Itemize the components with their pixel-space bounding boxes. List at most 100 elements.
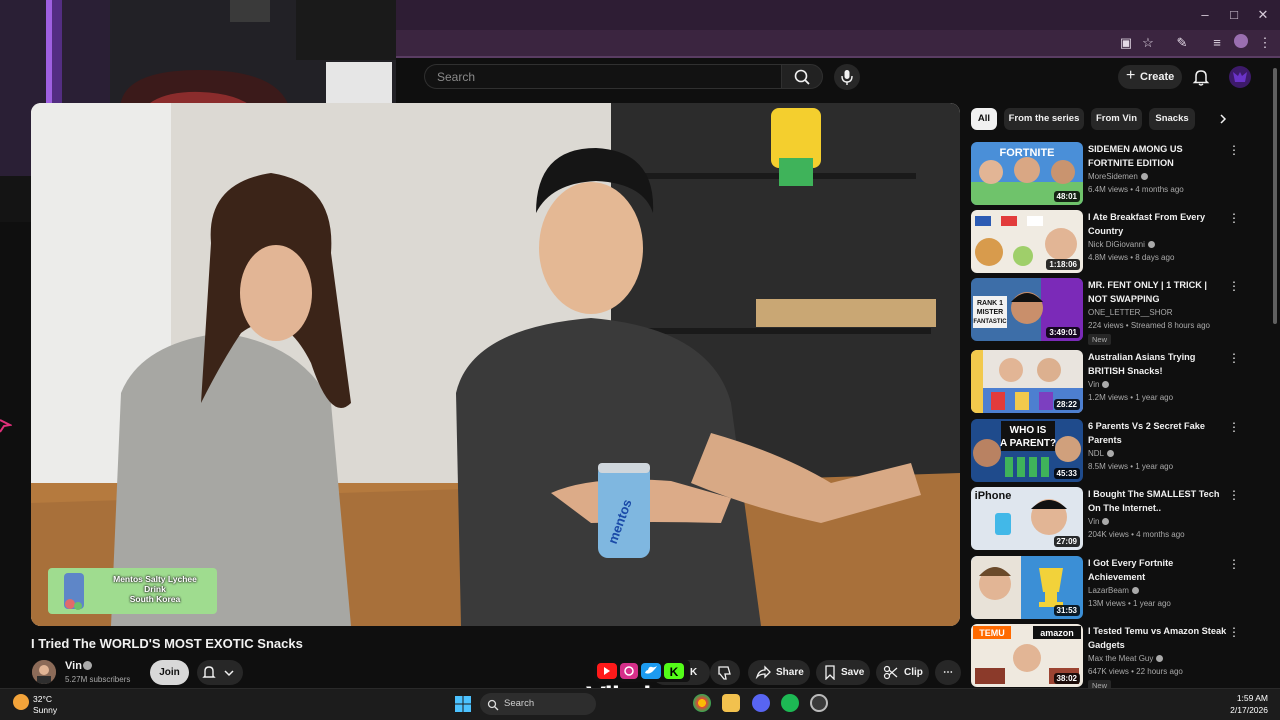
chips-next-chevron-icon[interactable] (1215, 110, 1231, 128)
video-thumbnail[interactable]: iPhone 27:09 (971, 487, 1083, 550)
voice-search-button[interactable] (834, 64, 860, 90)
recommendation-channel[interactable]: Max the Meat Guy (1088, 654, 1164, 663)
verified-badge-icon (1131, 587, 1139, 594)
share-label: Share (776, 667, 804, 678)
dislike-button[interactable] (710, 660, 740, 685)
minimize-icon[interactable]: – (1196, 6, 1214, 24)
save-label: Save (841, 667, 865, 678)
video-player[interactable]: mentos (31, 103, 960, 626)
chip-snacks[interactable]: Snacks (1149, 108, 1195, 130)
recommendation-meta: 204K views • 4 months ago (1088, 530, 1185, 539)
recommendation-item[interactable]: 31:53 I Got Every Fortnite Achievement L… (970, 556, 1250, 620)
verified-badge-icon (1102, 381, 1110, 388)
more-options-icon[interactable]: ⋮ (1228, 626, 1240, 640)
notifications-bell-icon[interactable] (1190, 66, 1212, 88)
recommendation-title[interactable]: I Got Every Fortnite Achievement (1088, 557, 1228, 584)
clip-button[interactable]: Clip (876, 660, 929, 685)
recommendation-title[interactable]: SIDEMEN AMONG US FORTNITE EDITION (1088, 143, 1228, 170)
verified-badge-icon (1102, 518, 1110, 525)
svg-text:WHO IS: WHO IS (1010, 425, 1047, 436)
weather-temperature[interactable]: 32°C (33, 694, 52, 704)
recommendation-item[interactable]: TEMU amazon 38:02 I Tested Temu vs Amazon… (970, 624, 1250, 691)
subscriber-count: 5.27M subscribers (65, 675, 131, 684)
more-options-icon[interactable]: ⋮ (1228, 489, 1240, 503)
more-options-icon[interactable]: ⋮ (1228, 421, 1240, 435)
reading-list-icon[interactable]: ≡ (1208, 34, 1226, 52)
recommendation-channel[interactable]: Vin (1088, 380, 1110, 389)
recommendation-item[interactable]: RANK 1 MISTER FANTASTIC 3:49:01 MR. FENT O… (970, 278, 1250, 345)
svg-text:iPhone: iPhone (975, 490, 1012, 502)
sun-weather-icon[interactable] (13, 694, 29, 710)
like-count: K (690, 667, 698, 678)
recommendation-title[interactable]: MR. FENT ONLY | 1 TRICK | NOT SWAPPING (1088, 279, 1228, 306)
more-options-icon[interactable]: ⋮ (1228, 144, 1240, 158)
recommendation-item[interactable]: WHO IS A PARENT? 45:33 6 Parents Vs 2 Sec… (970, 419, 1250, 483)
save-button[interactable]: Save (816, 660, 870, 685)
svg-text:RANK 1: RANK 1 (977, 300, 1003, 307)
recommendation-item[interactable]: 28:22 Australian Asians Trying BRITISH S… (970, 350, 1250, 414)
video-thumbnail[interactable]: FORTNITE 48:01 (971, 142, 1083, 205)
recommendation-channel[interactable]: NDL (1088, 449, 1115, 458)
discord-taskbar-icon[interactable] (752, 694, 770, 712)
spotify-taskbar-icon[interactable] (781, 694, 799, 712)
windows-start-icon[interactable] (455, 696, 471, 712)
close-icon[interactable]: ✕ (1254, 6, 1272, 24)
share-button[interactable]: Share (748, 660, 810, 685)
recommendation-channel[interactable]: Nick DiGiovanni (1088, 240, 1155, 249)
recommendation-title[interactable]: Australian Asians Trying BRITISH Snacks! (1088, 351, 1228, 378)
bookmark-star-icon[interactable]: ☆ (1139, 34, 1157, 52)
recommendation-title[interactable]: I Ate Breakfast From Every Country (1088, 211, 1228, 238)
cursor-arrow-icon (0, 416, 14, 434)
file-explorer-taskbar-icon[interactable] (722, 694, 740, 712)
clip-label: Clip (904, 667, 923, 678)
recommendation-item[interactable]: iPhone 27:09 I Bought The SMALLEST Tech … (970, 487, 1250, 551)
recommendation-title[interactable]: I Bought The SMALLEST Tech On The Intern… (1088, 488, 1228, 515)
more-options-icon[interactable]: ⋮ (1228, 352, 1240, 366)
search-input[interactable]: Search (424, 64, 782, 89)
video-thumbnail[interactable]: 1:18:06 (971, 210, 1083, 273)
recommendation-title[interactable]: I Tested Temu vs Amazon Steak Gadgets (1088, 625, 1228, 652)
more-options-icon[interactable]: ⋮ (1228, 558, 1240, 572)
scrollbar-thumb[interactable] (1273, 68, 1277, 324)
channel-name[interactable]: Vin (65, 660, 82, 672)
video-duration: 1:18:06 (1046, 259, 1080, 270)
taskbar-date[interactable]: 2/17/2026 (1216, 705, 1268, 715)
more-options-icon[interactable]: ⋮ (1228, 280, 1240, 294)
recommendation-item[interactable]: 1:18:06 I Ate Breakfast From Every Count… (970, 210, 1250, 274)
join-button[interactable]: Join (150, 660, 189, 685)
recommendation-channel[interactable]: LazarBeam (1088, 586, 1139, 595)
taskbar-clock[interactable]: 1:59 AM (1226, 693, 1268, 703)
video-thumbnail[interactable]: TEMU amazon 38:02 (971, 624, 1083, 687)
recommendation-title[interactable]: 6 Parents Vs 2 Secret Fake Parents (1088, 420, 1228, 447)
weather-condition[interactable]: Sunny (33, 705, 57, 715)
search-button[interactable] (781, 64, 823, 89)
subscription-bell-button[interactable] (197, 660, 243, 685)
account-avatar[interactable] (1229, 66, 1251, 88)
profile-icon[interactable] (1232, 34, 1250, 52)
new-badge: New (1088, 334, 1112, 345)
install-app-icon[interactable]: ▣ (1117, 34, 1135, 52)
chip-from-vin[interactable]: From Vin (1091, 108, 1142, 130)
video-thumbnail[interactable]: 31:53 (971, 556, 1083, 619)
restore-icon[interactable]: □ (1225, 6, 1243, 24)
recommendation-channel[interactable]: MoreSidemen (1088, 172, 1148, 181)
video-duration: 27:09 (1053, 536, 1080, 547)
microphone-icon (841, 70, 853, 85)
video-thumbnail[interactable]: 28:22 (971, 350, 1083, 413)
page-left-margin (0, 222, 31, 688)
extensions-icon[interactable]: ✎ (1173, 34, 1191, 52)
browser-menu-icon[interactable]: ⋮ (1256, 34, 1274, 52)
recommendation-channel[interactable]: Vin (1088, 517, 1110, 526)
recommendation-channel[interactable]: ONE_LETTER__SHOR (1088, 308, 1172, 317)
video-thumbnail[interactable]: RANK 1 MISTER FANTASTIC 3:49:01 (971, 278, 1083, 341)
channel-avatar[interactable] (32, 660, 56, 684)
svg-text:MISTER: MISTER (977, 309, 1003, 316)
video-thumbnail[interactable]: WHO IS A PARENT? 45:33 (971, 419, 1083, 482)
more-actions-button[interactable]: ⋯ (935, 660, 961, 685)
chip-from-the-series[interactable]: From the series (1004, 108, 1084, 130)
chrome-taskbar-icon[interactable] (693, 694, 711, 712)
more-options-icon[interactable]: ⋮ (1228, 212, 1240, 226)
recommendation-item[interactable]: FORTNITE 48:01 SIDEMEN AMONG US FORTNITE… (970, 142, 1250, 206)
chip-all[interactable]: All (971, 108, 997, 130)
obs-taskbar-icon[interactable] (810, 694, 828, 712)
